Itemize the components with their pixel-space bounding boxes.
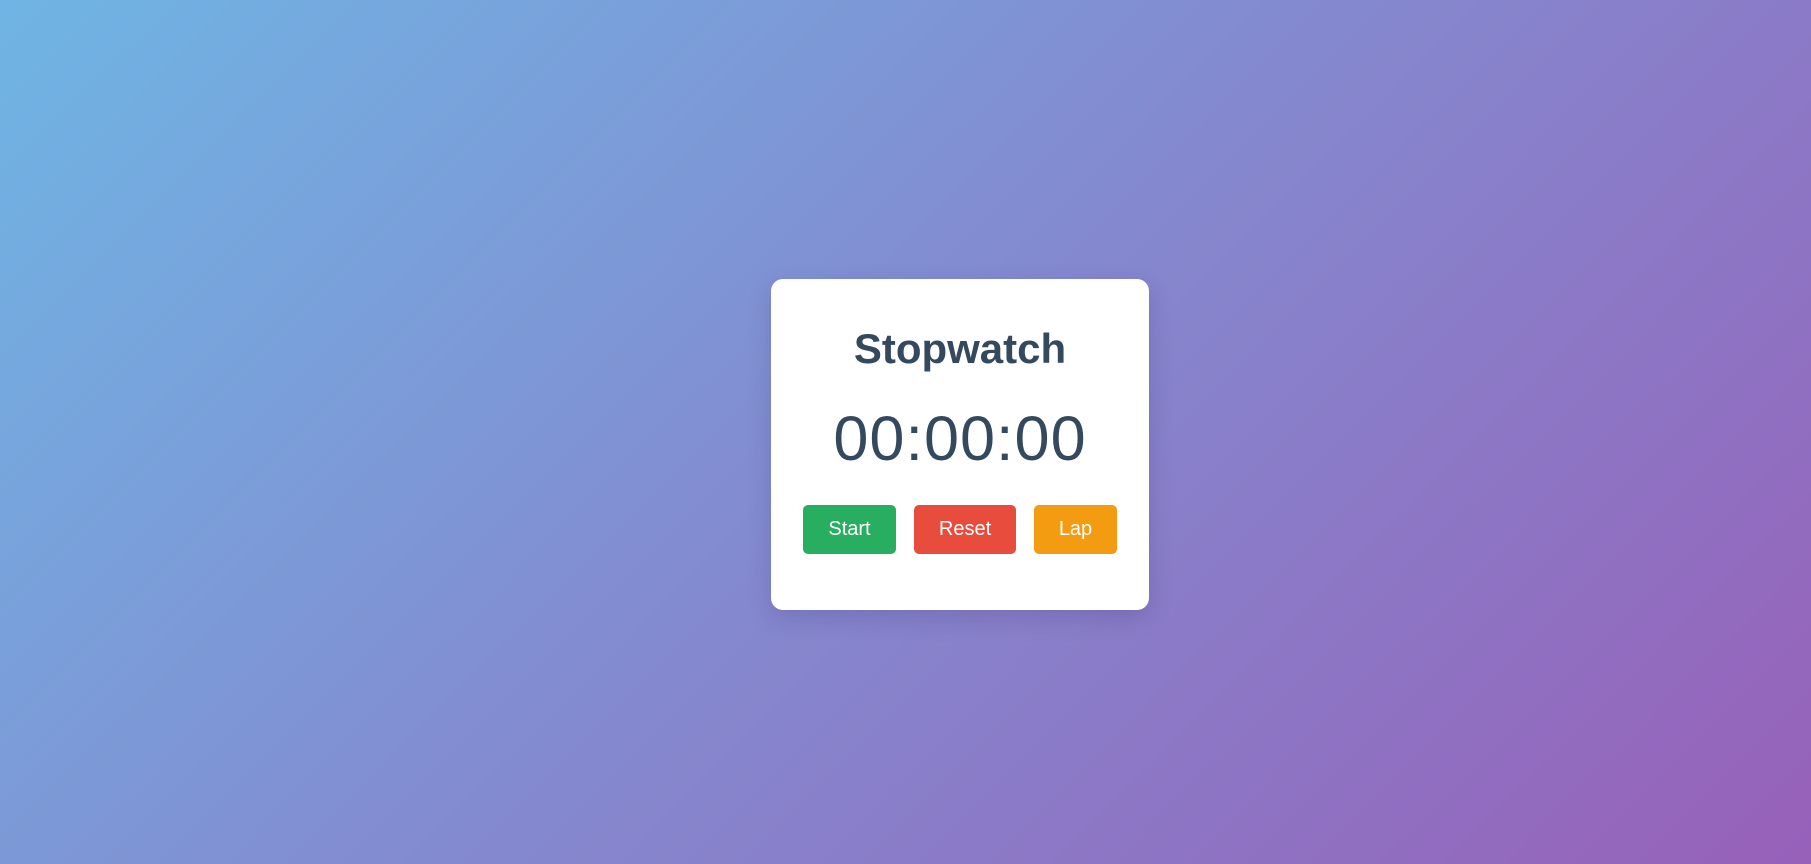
stopwatch-title: Stopwatch (853, 325, 1067, 372)
time-display: 00:00:00 (833, 404, 1087, 474)
lap-button[interactable]: Lap (1034, 505, 1117, 554)
reset-button[interactable]: Reset (914, 505, 1016, 554)
start-button[interactable]: Start (803, 505, 896, 554)
stopwatch-card: Stopwatch 00:00:00 Start Reset Lap (771, 279, 1149, 610)
